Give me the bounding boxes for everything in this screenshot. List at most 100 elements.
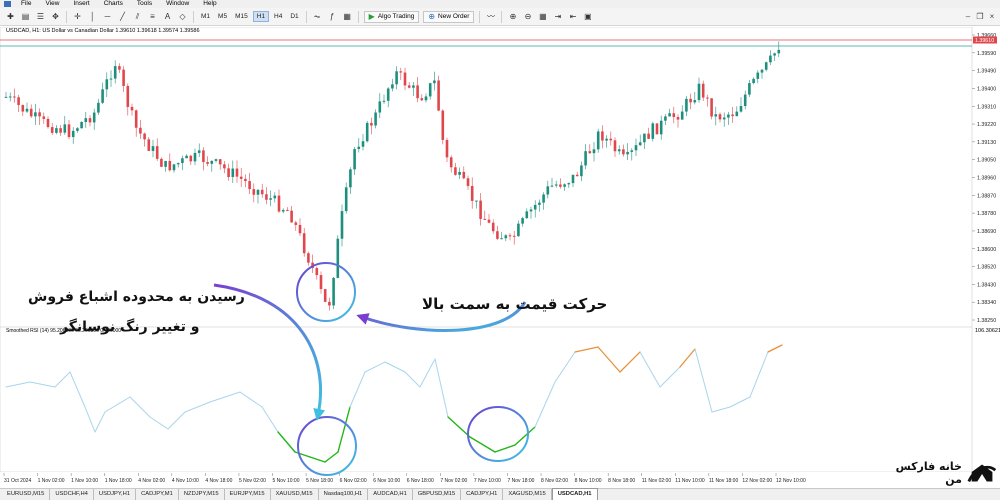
time-axis-label: 7 Nov 18:00 [507, 478, 534, 484]
toolbar-separator [357, 10, 359, 23]
menu-charts[interactable]: Charts [98, 0, 131, 8]
new-order-button[interactable]: ⊕ New Order [423, 10, 475, 23]
annotation-oversold-line1: رسیدن به محدوده اشباع فروش [28, 289, 245, 305]
zoom-out-icon[interactable]: ⊖ [522, 11, 533, 22]
close-icon[interactable]: × [986, 11, 998, 23]
toolbar-separator [66, 10, 67, 23]
toolbar: ✚ ▤ ☰ ✥ ✛ │ ─ ╱ ⫽ ≡ A ◇ M1 M5 M15 H1 H4 … [0, 8, 1000, 26]
time-axis-label: 1 Nov 02:00 [38, 478, 65, 484]
symbol-tab[interactable]: AUDCAD,H1 [368, 489, 413, 500]
symbol-tab[interactable]: USDJPY,H1 [94, 489, 137, 500]
play-icon: ▶ [368, 12, 375, 21]
time-axis-label: 5 Nov 10:00 [273, 478, 300, 484]
menu-tools[interactable]: Tools [131, 0, 160, 8]
fibonacci-icon[interactable]: ≡ [147, 11, 158, 22]
minimize-icon[interactable]: – [962, 11, 974, 23]
zoom-in-icon[interactable]: ⊕ [507, 11, 518, 22]
time-axis-label: 8 Nov 18:00 [608, 478, 635, 484]
highlight-circle-price [296, 262, 356, 322]
time-axis-label: 6 Nov 18:00 [407, 478, 434, 484]
templates-icon[interactable]: ▦ [342, 11, 353, 22]
timeframe-m1[interactable]: M1 [198, 12, 213, 21]
time-axis-label: 31 Oct 2024 [4, 478, 31, 484]
time-axis-label: 4 Nov 10:00 [172, 478, 199, 484]
horizontal-line-icon[interactable]: ─ [102, 11, 113, 22]
timeframe-h4[interactable]: H4 [271, 12, 285, 21]
screenshot-icon[interactable]: ▣ [582, 11, 593, 22]
toolbar-separator [479, 10, 481, 23]
time-axis-label: 1 Nov 18:00 [105, 478, 132, 484]
time-axis-label: 12 Nov 10:00 [776, 478, 806, 484]
app-icon [4, 1, 11, 7]
symbol-tab[interactable]: EURUSD,M15 [2, 489, 51, 500]
time-axis-label: 5 Nov 18:00 [306, 478, 333, 484]
time-axis-label: 5 Nov 02:00 [239, 478, 266, 484]
symbol-tab[interactable]: XAUUSD,M15 [271, 489, 319, 500]
symbol-tab[interactable]: CADJPY,H1 [461, 489, 504, 500]
new-chart-icon[interactable]: ✚ [5, 11, 16, 22]
highlight-circle-rsi-1 [297, 416, 357, 476]
chart-type-icon[interactable]: ⏦ [312, 11, 323, 22]
symbol-tab[interactable]: NZDJPY,M15 [179, 489, 225, 500]
window-controls: – ❐ × [962, 11, 998, 23]
algo-trading-label: Algo Trading [377, 13, 415, 20]
algo-trading-button[interactable]: ▶ Algo Trading [363, 10, 420, 23]
menu-window[interactable]: Window [160, 0, 197, 8]
time-axis-label: 11 Nov 18:00 [709, 478, 739, 484]
toolbar-separator [501, 10, 503, 23]
menu-insert[interactable]: Insert [67, 0, 97, 8]
highlight-circle-rsi-2 [467, 406, 529, 462]
symbol-tab[interactable]: USDCHF,H4 [50, 489, 94, 500]
chart-window: 1.39660 1.39590 1.39490 1.39400 1.39310 1.392… [0, 27, 1000, 487]
time-axis-label: 11 Nov 02:00 [642, 478, 672, 484]
annotation-price-up: حرکت قیمت به سمت بالا [422, 295, 608, 313]
symbol-tab[interactable]: GBPUSD,M15 [413, 489, 462, 500]
logo-mark-icon [967, 464, 997, 483]
crosshair-icon[interactable]: ✛ [72, 11, 83, 22]
new-order-label: New Order [438, 13, 470, 20]
vertical-line-icon[interactable]: │ [87, 11, 98, 22]
time-axis-label: 7 Nov 10:00 [474, 478, 501, 484]
toolbar-separator [193, 10, 194, 23]
text-tool-icon[interactable]: A [162, 11, 173, 22]
timeframe-m5[interactable]: M5 [215, 12, 230, 21]
symbol-tab-active[interactable]: USDCAD,H1 [551, 488, 598, 500]
timeframe-d1[interactable]: D1 [287, 12, 301, 21]
channel-icon[interactable]: ⫽ [132, 11, 143, 22]
time-axis-label: 8 Nov 02:00 [541, 478, 568, 484]
time-axis-label: 6 Nov 02:00 [340, 478, 367, 484]
timeframe-m15[interactable]: M15 [232, 12, 251, 21]
annotation-oversold-line2: و تغییر رنگ نوسانگر [60, 319, 200, 335]
menu-help[interactable]: Help [197, 0, 224, 8]
symbol-tab[interactable]: Nasdaq100,H1 [319, 489, 369, 500]
symbol-tab[interactable]: CADJPY,M1 [136, 489, 179, 500]
time-axis-label: 12 Nov 02:00 [742, 478, 772, 484]
symbol-tab[interactable]: EURJPY,M15 [225, 489, 271, 500]
trendline-icon[interactable]: ╱ [117, 11, 128, 22]
annotation-overlay [213, 262, 529, 476]
plus-icon: ⊕ [428, 12, 436, 21]
navigator-icon[interactable]: ✥ [50, 11, 61, 22]
auto-scroll-icon[interactable]: ⇥ [552, 11, 563, 22]
symbol-tabs-bar: EURUSD,M15 USDCHF,H4 USDJPY,H1 CADJPY,M1… [0, 488, 1000, 500]
time-axis-label: 7 Nov 02:00 [440, 478, 467, 484]
indicators-icon[interactable]: ƒ [327, 11, 338, 22]
logo-text: خانه فارکس من [895, 460, 962, 486]
restore-icon[interactable]: ❐ [974, 11, 986, 23]
menu-bar: File View Insert Charts Tools Window Hel… [0, 0, 1000, 8]
tile-windows-icon[interactable]: ▦ [537, 11, 548, 22]
menu-file[interactable]: File [15, 0, 39, 8]
time-axis-label: 4 Nov 18:00 [205, 478, 232, 484]
signals-icon[interactable]: 〰 [485, 11, 496, 22]
chart-shift-icon[interactable]: ⇤ [567, 11, 578, 22]
profiles-icon[interactable]: ▤ [20, 11, 31, 22]
time-axis-label: 11 Nov 10:00 [675, 478, 705, 484]
timeframe-h1[interactable]: H1 [252, 11, 270, 22]
time-axis-label: 8 Nov 10:00 [575, 478, 602, 484]
market-watch-icon[interactable]: ☰ [35, 11, 46, 22]
toolbar-separator [305, 10, 307, 23]
menu-view[interactable]: View [39, 0, 67, 8]
time-axis: 31 Oct 2024 1 Nov 02:00 1 Nov 10:00 1 Nov 1… [3, 473, 806, 484]
shapes-icon[interactable]: ◇ [177, 11, 188, 22]
symbol-tab[interactable]: XAGUSD,M15 [503, 489, 552, 500]
